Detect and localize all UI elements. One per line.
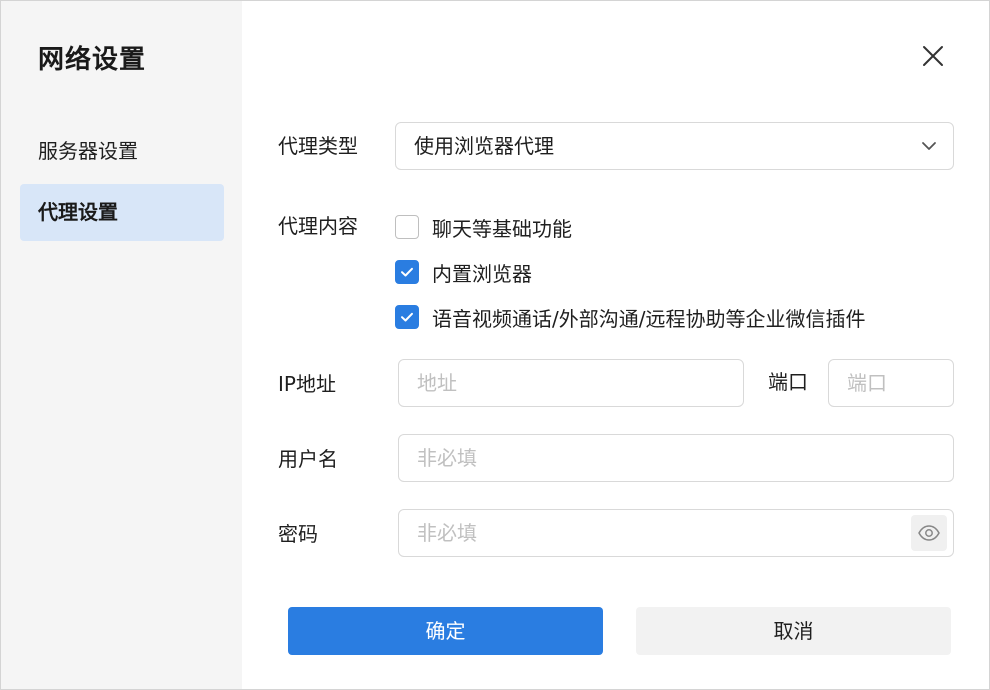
option-built-in-browser[interactable]: 内置浏览器	[395, 259, 532, 286]
sidebar-item-proxy-settings[interactable]: 代理设置	[20, 184, 224, 241]
password-label: 密码	[278, 522, 318, 546]
proxy-type-value: 使用浏览器代理	[414, 134, 554, 158]
sidebar: 网络设置 服务器设置 代理设置	[1, 1, 242, 689]
confirm-button[interactable]: 确定	[288, 607, 603, 655]
option-basic-chat[interactable]: 聊天等基础功能	[395, 214, 572, 241]
username-input[interactable]	[398, 434, 954, 482]
check-icon	[401, 312, 413, 322]
option-plugins[interactable]: 语音视频通话/外部沟通/远程协助等企业微信插件	[395, 304, 866, 331]
toggle-password-visibility-button[interactable]	[911, 515, 947, 551]
check-icon	[401, 267, 413, 277]
proxy-type-label: 代理类型	[278, 134, 358, 158]
ip-address-input[interactable]	[398, 359, 744, 407]
cancel-button[interactable]: 取消	[636, 607, 951, 655]
built-in-browser-label: 内置浏览器	[432, 261, 532, 286]
eye-icon	[918, 525, 940, 541]
close-icon	[923, 46, 943, 66]
plugins-checkbox[interactable]	[395, 305, 419, 329]
proxy-content-label: 代理内容	[278, 214, 358, 238]
username-label: 用户名	[278, 447, 338, 471]
ip-address-label: IP地址	[278, 372, 336, 396]
network-settings-dialog: 网络设置 服务器设置 代理设置 代理类型 使用浏览器代理 代理内容 聊天等基础功…	[0, 0, 990, 690]
plugins-label: 语音视频通话/外部沟通/远程协助等企业微信插件	[432, 306, 866, 331]
chevron-down-icon	[922, 142, 936, 150]
sidebar-item-server-settings[interactable]: 服务器设置	[20, 123, 224, 180]
password-input[interactable]	[398, 509, 954, 557]
close-button[interactable]	[919, 42, 947, 70]
proxy-type-select[interactable]: 使用浏览器代理	[395, 122, 954, 170]
basic-chat-checkbox[interactable]	[395, 215, 419, 239]
dialog-title: 网络设置	[38, 45, 147, 75]
basic-chat-label: 聊天等基础功能	[432, 216, 572, 241]
port-label: 端口	[768, 370, 808, 394]
port-input[interactable]	[828, 359, 954, 407]
built-in-browser-checkbox[interactable]	[395, 260, 419, 284]
